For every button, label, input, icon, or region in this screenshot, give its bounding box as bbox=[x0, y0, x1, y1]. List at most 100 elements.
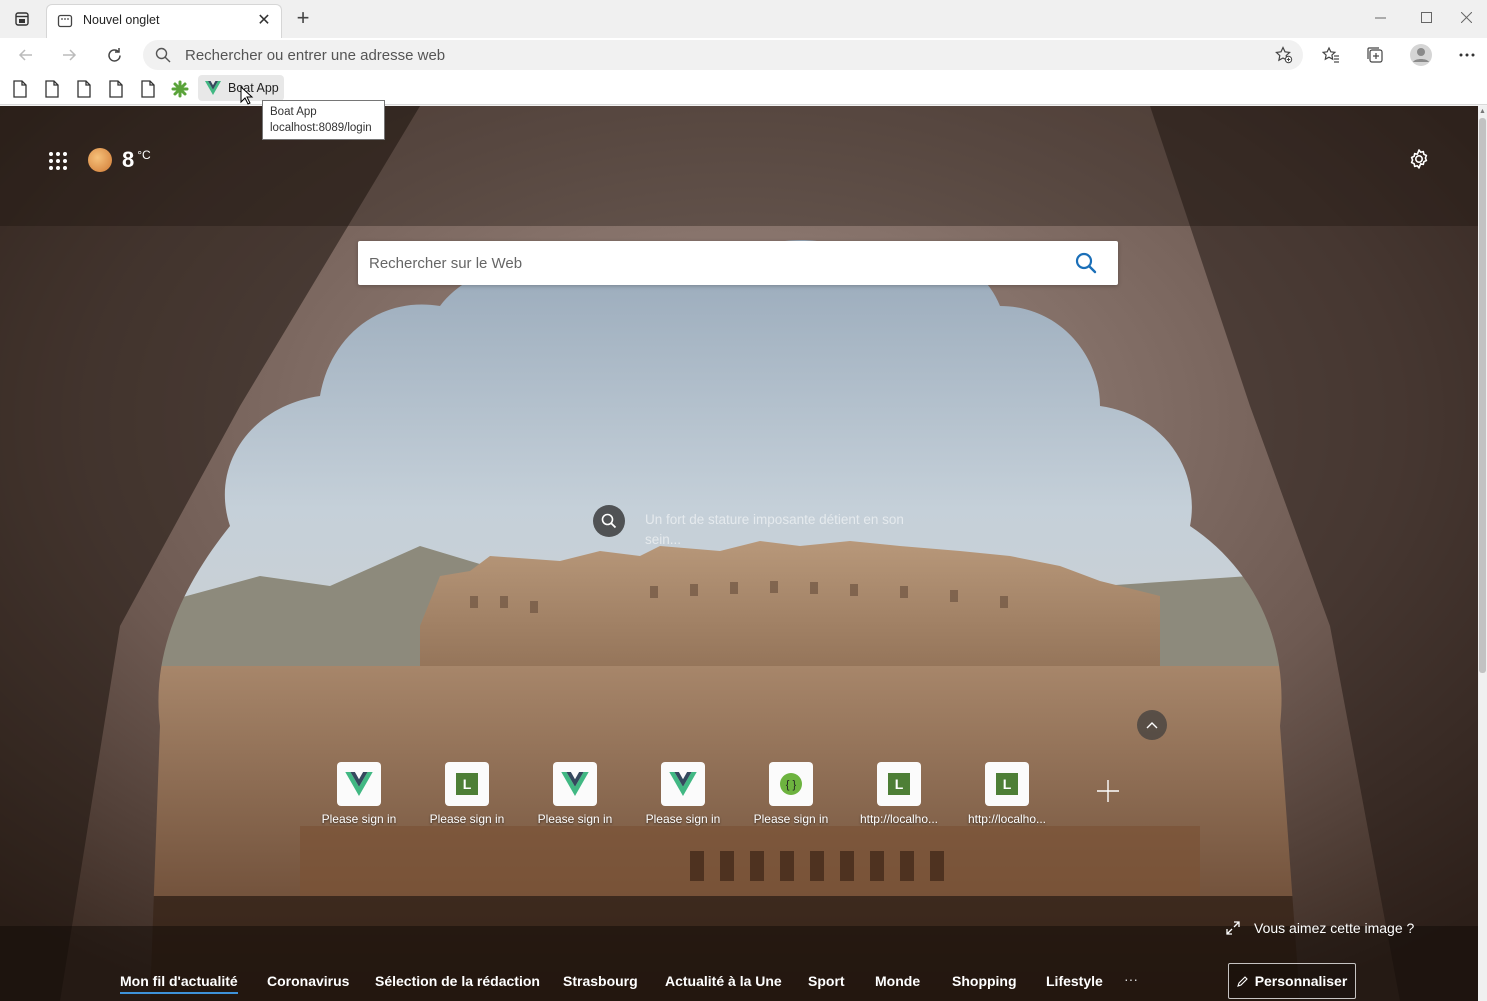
vue-logo-icon bbox=[669, 772, 697, 796]
feed-more-button[interactable]: ··· bbox=[1124, 971, 1138, 987]
forward-arrow-icon bbox=[63, 49, 77, 61]
vue-logo-icon bbox=[345, 772, 373, 796]
address-input[interactable] bbox=[185, 43, 1245, 67]
like-image-label: Vous aimez cette image ? bbox=[1254, 920, 1415, 936]
add-quick-link-icon[interactable] bbox=[1094, 777, 1122, 805]
page-icon[interactable] bbox=[76, 80, 92, 98]
new-tab-button[interactable]: + bbox=[290, 7, 316, 31]
feed-tab-sport[interactable]: Sport bbox=[808, 973, 845, 989]
collections-button[interactable] bbox=[1360, 41, 1390, 69]
settings-gear-icon[interactable] bbox=[1407, 147, 1431, 171]
quick-link-tile[interactable]: L http://localho... bbox=[856, 761, 942, 831]
quick-link-tile[interactable]: Please sign in bbox=[640, 761, 726, 831]
personalize-label: Personnaliser bbox=[1254, 973, 1348, 989]
search-icon bbox=[601, 513, 617, 529]
page-scrollbar[interactable]: ▲ bbox=[1478, 106, 1487, 1001]
quick-link-icon-box: { } bbox=[769, 762, 813, 806]
letter-l-icon: L bbox=[888, 773, 910, 795]
feed-tab-shopping[interactable]: Shopping bbox=[952, 973, 1017, 989]
more-options-icon bbox=[1459, 53, 1475, 57]
feed-tab-selection[interactable]: Sélection de la rédaction bbox=[375, 973, 540, 989]
favorites-bar: Boat App bbox=[0, 72, 1487, 105]
quick-link-icon-box bbox=[337, 762, 381, 806]
quick-link-icon-box: L bbox=[445, 762, 489, 806]
feed-tab-monde[interactable]: Monde bbox=[875, 973, 920, 989]
quick-link-label: Please sign in bbox=[537, 812, 613, 826]
tab-actions-icon bbox=[15, 12, 29, 26]
svg-text:{ }: { } bbox=[786, 779, 797, 791]
collapse-quick-links-button[interactable] bbox=[1137, 710, 1167, 740]
favorites-button[interactable] bbox=[1316, 41, 1346, 69]
tab-actions-menu-button[interactable] bbox=[8, 8, 36, 30]
quick-link-label: Please sign in bbox=[321, 812, 397, 826]
like-image-link[interactable]: Vous aimez cette image ? bbox=[1226, 918, 1414, 938]
bookmark-tooltip: Boat App localhost:8089/login bbox=[262, 100, 385, 140]
apps-launcher-icon[interactable] bbox=[48, 151, 68, 171]
scrollbar-thumb[interactable] bbox=[1479, 118, 1486, 673]
quick-link-tile[interactable]: Please sign in bbox=[532, 761, 618, 831]
image-caption[interactable]: Un fort de stature imposante détient en … bbox=[645, 510, 905, 550]
feed-tab-actualite[interactable]: Actualité à la Une bbox=[665, 973, 782, 989]
feed-tab-mon-fil[interactable]: Mon fil d'actualité bbox=[120, 973, 238, 994]
quick-link-label: Please sign in bbox=[429, 812, 505, 826]
tab-strip: Nouvel onglet ✕ + bbox=[0, 0, 1487, 38]
letter-l-icon: L bbox=[996, 773, 1018, 795]
web-search-input[interactable] bbox=[369, 251, 1049, 275]
image-info-button[interactable] bbox=[593, 505, 625, 537]
tab-close-icon[interactable]: ✕ bbox=[255, 12, 273, 30]
vue-logo-icon bbox=[205, 81, 221, 95]
page-icon[interactable] bbox=[12, 80, 28, 98]
spring-leaf-icon[interactable] bbox=[171, 80, 189, 98]
personalize-button[interactable]: Personnaliser bbox=[1228, 963, 1356, 999]
minimize-icon bbox=[1374, 17, 1386, 18]
maximize-button[interactable] bbox=[1403, 0, 1449, 34]
pencil-icon bbox=[1236, 976, 1248, 987]
quick-link-tile[interactable]: L Please sign in bbox=[424, 761, 510, 831]
expand-icon bbox=[1226, 921, 1240, 935]
quick-link-label: Please sign in bbox=[645, 812, 721, 826]
more-menu-button[interactable] bbox=[1452, 41, 1482, 69]
quick-link-label: http://localho... bbox=[859, 812, 939, 826]
close-window-button[interactable] bbox=[1446, 0, 1487, 34]
chevron-up-icon bbox=[1146, 722, 1158, 729]
back-arrow-icon bbox=[18, 49, 32, 61]
weather-sun-icon bbox=[88, 148, 112, 172]
feed-tab-lifestyle[interactable]: Lifestyle bbox=[1046, 973, 1103, 989]
quick-link-tile[interactable]: { } Please sign in bbox=[748, 761, 834, 831]
quick-link-icon-box bbox=[661, 762, 705, 806]
quick-links: Please sign in L Please sign in Please s… bbox=[316, 761, 1119, 841]
add-favorite-icon[interactable] bbox=[1275, 46, 1293, 64]
close-icon bbox=[1461, 11, 1472, 23]
tab-new-tab[interactable]: Nouvel onglet ✕ bbox=[46, 4, 282, 38]
forward-button[interactable] bbox=[54, 41, 84, 69]
weather-widget[interactable]: 8 °C bbox=[88, 144, 151, 176]
page-icon[interactable] bbox=[44, 80, 60, 98]
quick-link-tile[interactable]: L http://localho... bbox=[964, 761, 1050, 831]
collections-icon bbox=[1367, 47, 1383, 63]
profile-avatar-icon bbox=[1410, 44, 1432, 66]
page-icon[interactable] bbox=[140, 80, 156, 98]
spring-logo-icon: { } bbox=[780, 773, 802, 795]
page-icon[interactable] bbox=[108, 80, 124, 98]
navigation-bar bbox=[0, 38, 1487, 72]
quick-link-icon-box bbox=[553, 762, 597, 806]
refresh-button[interactable] bbox=[99, 41, 129, 69]
feed-tab-coronavirus[interactable]: Coronavirus bbox=[267, 973, 349, 989]
scroll-up-icon[interactable]: ▲ bbox=[1479, 108, 1486, 115]
quick-link-label: Please sign in bbox=[753, 812, 829, 826]
address-bar[interactable] bbox=[143, 40, 1303, 70]
search-icon bbox=[155, 47, 171, 63]
web-search-box[interactable] bbox=[358, 241, 1118, 285]
quick-link-icon-box: L bbox=[985, 762, 1029, 806]
feed-tab-strasbourg[interactable]: Strasbourg bbox=[563, 973, 638, 989]
letter-l-icon: L bbox=[456, 773, 478, 795]
quick-link-icon-box: L bbox=[877, 762, 921, 806]
refresh-icon bbox=[107, 47, 121, 62]
minimize-button[interactable] bbox=[1357, 0, 1403, 34]
new-tab-favicon-icon bbox=[57, 14, 73, 28]
search-icon[interactable] bbox=[1074, 251, 1098, 275]
quick-link-tile[interactable]: Please sign in bbox=[316, 761, 402, 831]
back-button[interactable] bbox=[11, 41, 41, 69]
quick-link-label: http://localho... bbox=[967, 812, 1047, 826]
profile-button[interactable] bbox=[1406, 41, 1436, 69]
